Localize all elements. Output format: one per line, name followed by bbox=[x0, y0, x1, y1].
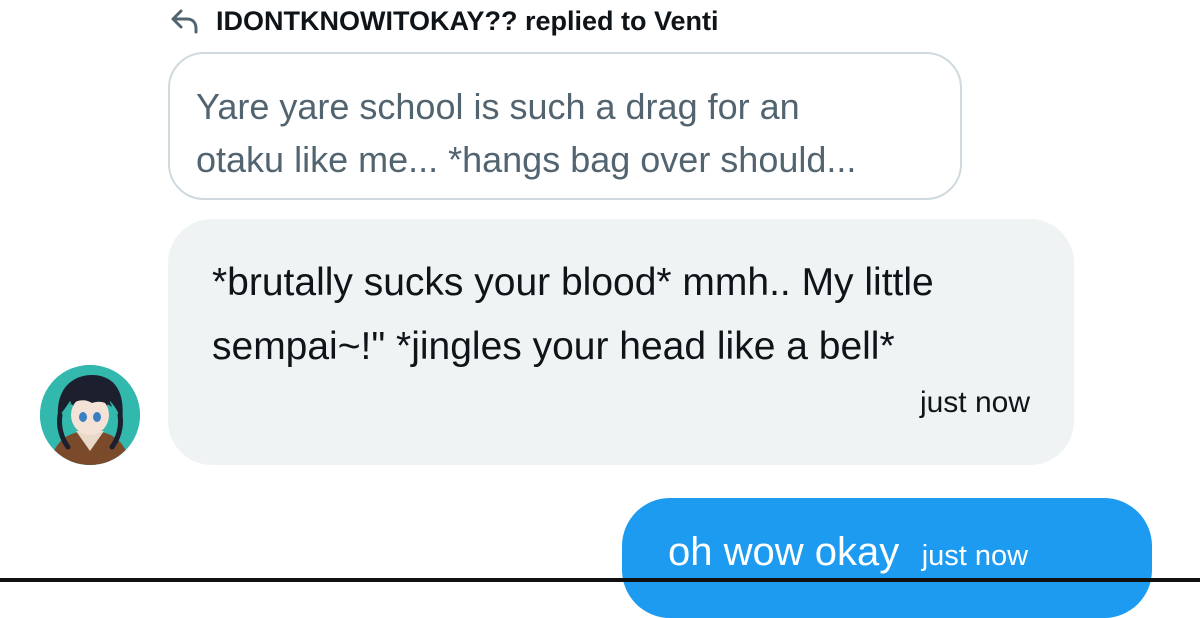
avatar[interactable] bbox=[40, 365, 140, 465]
outgoing-message-bubble[interactable]: oh wow okay just now bbox=[622, 498, 1152, 618]
incoming-message-timestamp: just now bbox=[919, 386, 1030, 419]
bottom-divider bbox=[0, 578, 1200, 582]
reply-context-text: IDONTKNOWITOKAY?? replied to Venti bbox=[216, 5, 719, 36]
incoming-message-text: *brutally sucks your blood* mmh.. My lit… bbox=[212, 261, 934, 368]
reply-arrow-icon bbox=[170, 7, 204, 35]
quoted-message-line: otaku like me... *hangs bag over should.… bbox=[196, 139, 857, 180]
quoted-message[interactable]: Yare yare school is such a drag for an o… bbox=[168, 52, 962, 200]
avatar-image bbox=[40, 365, 140, 465]
outgoing-message-text: oh wow okay bbox=[668, 530, 900, 574]
incoming-message-bubble[interactable]: *brutally sucks your blood* mmh.. My lit… bbox=[168, 219, 1074, 465]
reply-context: IDONTKNOWITOKAY?? replied to Venti bbox=[170, 4, 719, 38]
outgoing-message-timestamp: just now bbox=[921, 540, 1029, 572]
quoted-message-line: Yare yare school is such a drag for an bbox=[196, 86, 800, 127]
